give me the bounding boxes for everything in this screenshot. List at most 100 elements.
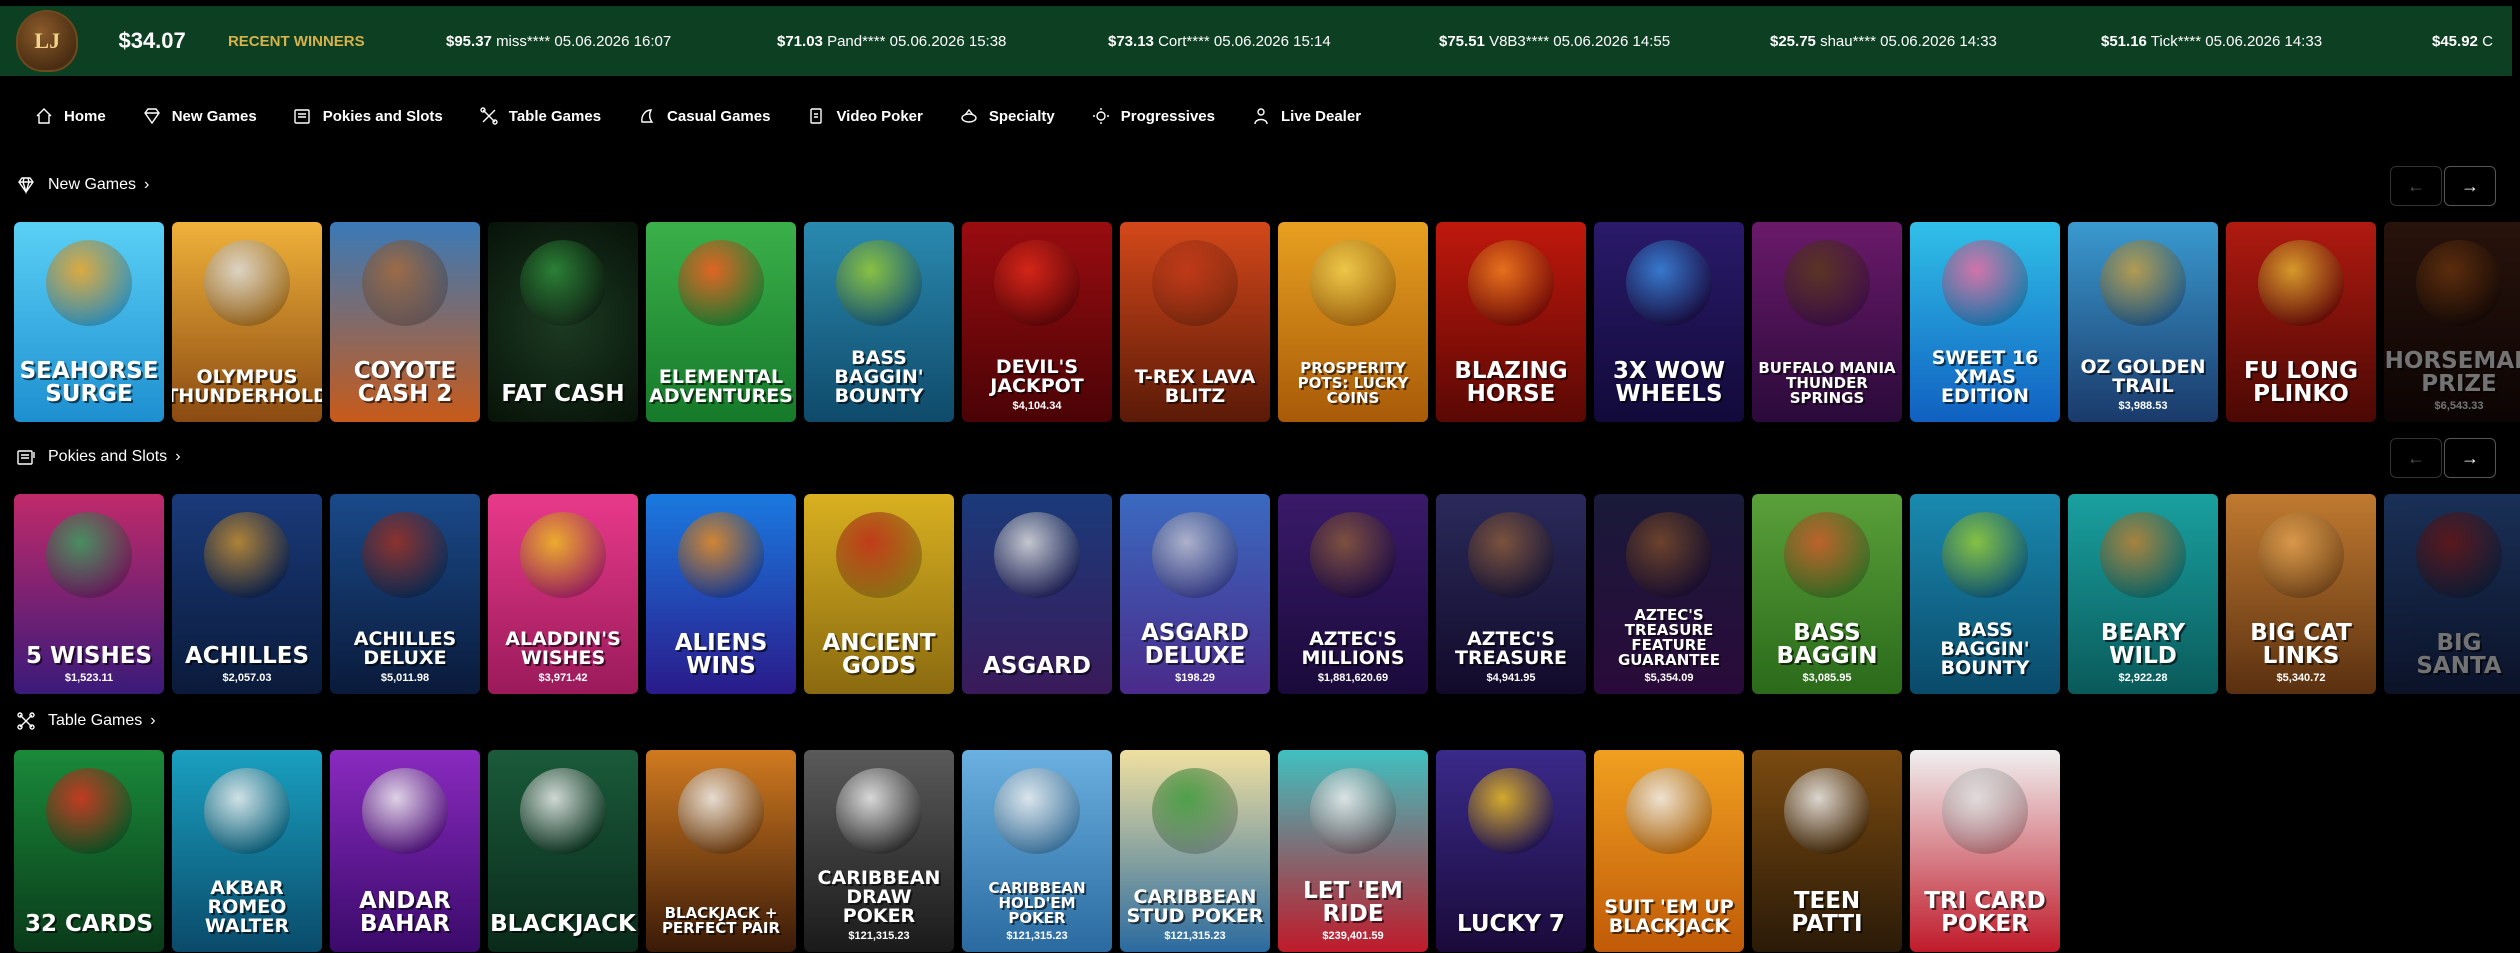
table-games-icon (480, 107, 498, 125)
jackpot-amount: $3,971.42 (538, 672, 588, 684)
game-tile[interactable]: ACHILLES $2,057.03 (172, 494, 322, 694)
game-tile[interactable]: PROSPERITY POTS: LUCKY COINS (1278, 222, 1428, 422)
game-artwork (1626, 240, 1712, 326)
game-artwork (678, 240, 764, 326)
winner-amount: $75.51 (1439, 32, 1485, 50)
game-tile[interactable]: AZTEC'S MILLIONS $1,881,620.69 (1278, 494, 1428, 694)
prev-button[interactable]: ← (2390, 166, 2442, 206)
game-artwork (520, 512, 606, 598)
winner-amount: $45.92 (2432, 32, 2478, 50)
game-tile[interactable]: ASGARD DELUXE $198.29 (1120, 494, 1270, 694)
game-title: ANCIENT GODS (822, 630, 936, 679)
winner-info: C (2482, 32, 2493, 50)
game-tile[interactable]: BIG SANTA (2384, 494, 2520, 694)
game-tile[interactable]: BASS BAGGIN' BOUNTY (804, 222, 954, 422)
game-tile[interactable]: BLACKJACK (488, 750, 638, 952)
game-artwork (1310, 512, 1396, 598)
game-artwork (678, 768, 764, 854)
section-pokies-header[interactable]: Pokies and Slots › (16, 447, 181, 467)
game-tile[interactable]: FAT CASH (488, 222, 638, 422)
game-tile[interactable]: 32 CARDS (14, 750, 164, 952)
game-tile[interactable]: BASS BAGGIN' BOUNTY (1910, 494, 2060, 694)
nav-item-specialty[interactable]: Specialty (959, 106, 1055, 126)
jackpot-amount: $4,941.95 (1486, 672, 1536, 684)
jackpot-amount: $5,354.09 (1644, 672, 1694, 684)
game-artwork (1626, 512, 1712, 598)
game-title: ALADDIN'S WISHES (505, 628, 621, 669)
game-title: AKBAR ROMEO WALTER (204, 877, 290, 937)
game-tile[interactable]: FU LONG PLINKO (2226, 222, 2376, 422)
next-button[interactable]: → (2444, 166, 2496, 206)
game-tile[interactable]: AZTEC'S TREASURE FEATURE GUARANTEE $5,354… (1594, 494, 1744, 694)
game-artwork (1784, 240, 1870, 326)
game-tile[interactable]: BLAZING HORSE (1436, 222, 1586, 422)
game-tile[interactable]: OLYMPUS THUNDERHOLD (172, 222, 322, 422)
game-artwork (204, 512, 290, 598)
game-tile[interactable]: 3x WOW WHEELS (1594, 222, 1744, 422)
game-title: BIG CAT LINKS (2250, 620, 2352, 669)
site-logo[interactable]: LJ (4, 6, 90, 76)
diamond-icon (143, 108, 160, 125)
nav-item-pokies-and-slots[interactable]: Pokies and Slots (293, 106, 443, 126)
game-tile[interactable]: HORSEMAN PRIZE $6,543.33 (2384, 222, 2520, 422)
game-tile[interactable]: BIG CAT LINKS $5,340.72 (2226, 494, 2376, 694)
nav-item-video-poker[interactable]: Video Poker (806, 106, 923, 126)
next-button[interactable]: → (2444, 438, 2496, 478)
winner-amount: $51.16 (2101, 32, 2147, 50)
game-tile[interactable]: T-REX LAVA BLITZ (1120, 222, 1270, 422)
game-tile[interactable]: ASGARD (962, 494, 1112, 694)
game-tile[interactable]: ANCIENT GODS (804, 494, 954, 694)
jackpot-amount: $121,315.23 (1164, 930, 1226, 942)
jackpot-amount: $1,523.11 (64, 672, 114, 684)
game-tile[interactable]: CARIBBEAN DRAW POKER $121,315.23 (804, 750, 954, 952)
game-tile[interactable]: CARIBBEAN STUD POKER $121,315.23 (1120, 750, 1270, 952)
nav-label: Table Games (508, 107, 602, 125)
game-tile[interactable]: DEVIL'S JACKPOT $4,104.34 (962, 222, 1112, 422)
winner-info: Tick**** 05.06.2026 14:33 (2150, 32, 2323, 50)
jackpot-amount: $121,315.23 (848, 930, 910, 942)
game-tile[interactable]: BASS BAGGIN $3,085.95 (1752, 494, 1902, 694)
game-tile[interactable]: BUFFALO MANIA THUNDER SPRINGS (1752, 222, 1902, 422)
game-artwork (204, 240, 290, 326)
section-new-games-header[interactable]: New Games › (16, 175, 149, 195)
game-tile[interactable]: LET 'EM RIDE $239,401.59 (1278, 750, 1428, 952)
game-tile[interactable]: COYOTE CASH 2 (330, 222, 480, 422)
game-tile[interactable]: ALIENS WINS (646, 494, 796, 694)
game-tile[interactable]: LUCKY 7 (1436, 750, 1586, 952)
game-tile[interactable]: BEARY WILD $2,922.28 (2068, 494, 2218, 694)
nav-item-live-dealer[interactable]: Live Dealer (1251, 106, 1361, 126)
game-title: SEAHORSE Surge (19, 358, 159, 407)
nav-label: New Games (171, 107, 257, 125)
home-icon (36, 108, 52, 124)
game-title: LUCKY 7 (1457, 911, 1565, 937)
game-tile[interactable]: ACHILLES DELUXE $5,011.98 (330, 494, 480, 694)
game-title: AZTEC'S TREASURE (1455, 628, 1567, 669)
winner-info: miss**** 05.06.2026 16:07 (496, 32, 672, 50)
jackpot-amount: $5,011.98 (380, 672, 430, 684)
game-tile[interactable]: AZTEC'S TREASURE $4,941.95 (1436, 494, 1586, 694)
game-tile[interactable]: Elemental Adventures (646, 222, 796, 422)
game-tile[interactable]: ANDAR BAHAR (330, 750, 480, 952)
prev-button[interactable]: ← (2390, 438, 2442, 478)
game-tile[interactable]: ALADDIN'S WISHES $3,971.42 (488, 494, 638, 694)
game-tile[interactable]: CARIBBEAN HOLD'EM POKER $121,315.23 (962, 750, 1112, 952)
game-tile[interactable]: SWEET 16 XMAS EDITION (1910, 222, 2060, 422)
game-tile[interactable]: OZ GOLDEN TRAIL $3,988.53 (2068, 222, 2218, 422)
game-tile[interactable]: AKBAR ROMEO WALTER (172, 750, 322, 952)
jackpot-amount: $2,922.28 (2118, 672, 2168, 684)
game-tile[interactable]: TEEN PATTI (1752, 750, 1902, 952)
nav-item-home[interactable]: Home (34, 106, 106, 126)
game-tile[interactable]: 5 WISHES $1,523.11 (14, 494, 164, 694)
nav-item-table-games[interactable]: Table Games (479, 106, 601, 126)
nav-item-progressives[interactable]: Progressives (1091, 106, 1215, 126)
game-tile[interactable]: BLACKJACK + PERFECT PAIR (646, 750, 796, 952)
game-tile[interactable]: SEAHORSE Surge (14, 222, 164, 422)
game-tile[interactable]: SUIT 'EM UP BLACKJACK (1594, 750, 1744, 952)
game-tile[interactable]: TRI CARD POKER (1910, 750, 2060, 952)
jackpot-amount: $3,085.95 (1802, 672, 1852, 684)
game-title: 32 CARDS (24, 911, 154, 937)
section-table-games-header[interactable]: Table Games › (16, 711, 156, 731)
nav-item-new-games[interactable]: New Games (142, 106, 257, 126)
nav-item-casual-games[interactable]: Casual Games (637, 106, 770, 126)
game-artwork (1942, 768, 2028, 854)
